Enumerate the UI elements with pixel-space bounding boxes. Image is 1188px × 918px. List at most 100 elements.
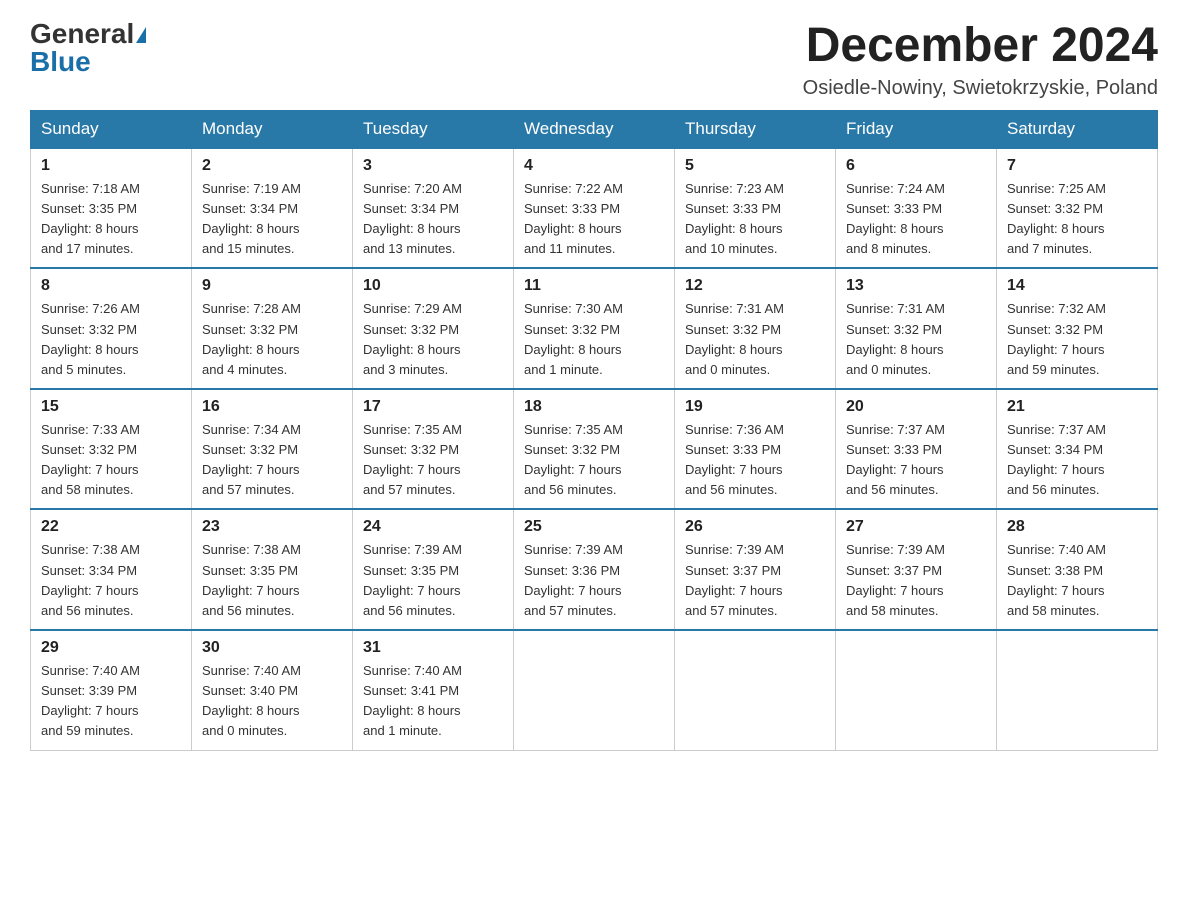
day-number: 6	[846, 157, 986, 175]
day-info: Sunrise: 7:38 AMSunset: 3:34 PMDaylight:…	[41, 540, 181, 621]
column-header-tuesday: Tuesday	[353, 110, 514, 148]
calendar-cell: 14 Sunrise: 7:32 AMSunset: 3:32 PMDayligh…	[997, 268, 1158, 389]
day-info: Sunrise: 7:36 AMSunset: 3:33 PMDaylight:…	[685, 420, 825, 501]
day-number: 2	[202, 157, 342, 175]
day-number: 12	[685, 277, 825, 295]
day-number: 30	[202, 639, 342, 657]
calendar-cell: 24 Sunrise: 7:39 AMSunset: 3:35 PMDayligh…	[353, 509, 514, 630]
day-number: 18	[524, 398, 664, 416]
calendar-cell: 26Sunrise: 7:39 AMSunset: 3:37 PMDayligh…	[675, 509, 836, 630]
day-info: Sunrise: 7:40 AMSunset: 3:41 PMDaylight:…	[363, 661, 503, 742]
title-block: December 2024 Osiedle-Nowiny, Swietokrzy…	[803, 20, 1158, 100]
calendar-cell: 20 Sunrise: 7:37 AMSunset: 3:33 PMDayligh…	[836, 389, 997, 510]
day-number: 19	[685, 398, 825, 416]
day-info: Sunrise: 7:23 AMSunset: 3:33 PMDaylight:…	[685, 179, 825, 260]
day-info: Sunrise: 7:35 AMSunset: 3:32 PMDaylight:…	[524, 420, 664, 501]
day-number: 21	[1007, 398, 1147, 416]
calendar-cell: 4Sunrise: 7:22 AMSunset: 3:33 PMDaylight…	[514, 148, 675, 269]
day-info: Sunrise: 7:32 AMSunset: 3:32 PMDaylight:…	[1007, 299, 1147, 380]
column-header-wednesday: Wednesday	[514, 110, 675, 148]
day-info: Sunrise: 7:37 AMSunset: 3:34 PMDaylight:…	[1007, 420, 1147, 501]
month-title: December 2024	[803, 20, 1158, 73]
calendar-cell: 8 Sunrise: 7:26 AMSunset: 3:32 PMDaylight…	[31, 268, 192, 389]
calendar-week-row: 29Sunrise: 7:40 AMSunset: 3:39 PMDayligh…	[31, 630, 1158, 750]
column-header-monday: Monday	[192, 110, 353, 148]
day-number: 5	[685, 157, 825, 175]
day-number: 22	[41, 518, 181, 536]
day-number: 24	[363, 518, 503, 536]
day-info: Sunrise: 7:29 AMSunset: 3:32 PMDaylight:…	[363, 299, 503, 380]
calendar-cell: 7Sunrise: 7:25 AMSunset: 3:32 PMDaylight…	[997, 148, 1158, 269]
day-number: 23	[202, 518, 342, 536]
day-info: Sunrise: 7:28 AMSunset: 3:32 PMDaylight:…	[202, 299, 342, 380]
calendar-cell: 2 Sunrise: 7:19 AMSunset: 3:34 PMDaylight…	[192, 148, 353, 269]
calendar-cell: 10 Sunrise: 7:29 AMSunset: 3:32 PMDayligh…	[353, 268, 514, 389]
calendar-cell: 12 Sunrise: 7:31 AMSunset: 3:32 PMDayligh…	[675, 268, 836, 389]
calendar-cell: 13Sunrise: 7:31 AMSunset: 3:32 PMDayligh…	[836, 268, 997, 389]
day-info: Sunrise: 7:25 AMSunset: 3:32 PMDaylight:…	[1007, 179, 1147, 260]
day-info: Sunrise: 7:24 AMSunset: 3:33 PMDaylight:…	[846, 179, 986, 260]
calendar-cell: 28Sunrise: 7:40 AMSunset: 3:38 PMDayligh…	[997, 509, 1158, 630]
day-number: 25	[524, 518, 664, 536]
calendar-cell: 19 Sunrise: 7:36 AMSunset: 3:33 PMDayligh…	[675, 389, 836, 510]
calendar-cell: 5 Sunrise: 7:23 AMSunset: 3:33 PMDaylight…	[675, 148, 836, 269]
calendar-cell	[997, 630, 1158, 750]
logo-general-text: General	[30, 18, 134, 49]
calendar-cell: 25 Sunrise: 7:39 AMSunset: 3:36 PMDayligh…	[514, 509, 675, 630]
calendar-cell: 18 Sunrise: 7:35 AMSunset: 3:32 PMDayligh…	[514, 389, 675, 510]
day-info: Sunrise: 7:39 AMSunset: 3:37 PMDaylight:…	[846, 540, 986, 621]
day-info: Sunrise: 7:26 AMSunset: 3:32 PMDaylight:…	[41, 299, 181, 380]
day-number: 17	[363, 398, 503, 416]
day-number: 15	[41, 398, 181, 416]
column-header-friday: Friday	[836, 110, 997, 148]
day-info: Sunrise: 7:40 AMSunset: 3:38 PMDaylight:…	[1007, 540, 1147, 621]
day-number: 10	[363, 277, 503, 295]
day-info: Sunrise: 7:33 AMSunset: 3:32 PMDaylight:…	[41, 420, 181, 501]
day-number: 8	[41, 277, 181, 295]
calendar-cell: 17 Sunrise: 7:35 AMSunset: 3:32 PMDayligh…	[353, 389, 514, 510]
calendar-cell: 6 Sunrise: 7:24 AMSunset: 3:33 PMDaylight…	[836, 148, 997, 269]
calendar-cell: 22 Sunrise: 7:38 AMSunset: 3:34 PMDayligh…	[31, 509, 192, 630]
day-info: Sunrise: 7:40 AMSunset: 3:40 PMDaylight:…	[202, 661, 342, 742]
day-number: 26	[685, 518, 825, 536]
calendar-cell	[675, 630, 836, 750]
day-info: Sunrise: 7:39 AMSunset: 3:35 PMDaylight:…	[363, 540, 503, 621]
day-number: 14	[1007, 277, 1147, 295]
day-info: Sunrise: 7:39 AMSunset: 3:36 PMDaylight:…	[524, 540, 664, 621]
calendar-cell: 23 Sunrise: 7:38 AMSunset: 3:35 PMDayligh…	[192, 509, 353, 630]
day-info: Sunrise: 7:19 AMSunset: 3:34 PMDaylight:…	[202, 179, 342, 260]
day-number: 20	[846, 398, 986, 416]
day-info: Sunrise: 7:31 AMSunset: 3:32 PMDaylight:…	[685, 299, 825, 380]
day-number: 3	[363, 157, 503, 175]
calendar-cell: 31 Sunrise: 7:40 AMSunset: 3:41 PMDayligh…	[353, 630, 514, 750]
day-info: Sunrise: 7:38 AMSunset: 3:35 PMDaylight:…	[202, 540, 342, 621]
column-header-thursday: Thursday	[675, 110, 836, 148]
day-number: 27	[846, 518, 986, 536]
calendar-cell: 9Sunrise: 7:28 AMSunset: 3:32 PMDaylight…	[192, 268, 353, 389]
calendar-cell: 16Sunrise: 7:34 AMSunset: 3:32 PMDayligh…	[192, 389, 353, 510]
calendar-cell: 21 Sunrise: 7:37 AMSunset: 3:34 PMDayligh…	[997, 389, 1158, 510]
page-header: General Blue December 2024 Osiedle-Nowin…	[30, 20, 1158, 100]
day-info: Sunrise: 7:40 AMSunset: 3:39 PMDaylight:…	[41, 661, 181, 742]
calendar-week-row: 8 Sunrise: 7:26 AMSunset: 3:32 PMDaylight…	[31, 268, 1158, 389]
calendar-week-row: 15 Sunrise: 7:33 AMSunset: 3:32 PMDayligh…	[31, 389, 1158, 510]
calendar-header-row: SundayMondayTuesdayWednesdayThursdayFrid…	[31, 110, 1158, 148]
calendar-cell: 3 Sunrise: 7:20 AMSunset: 3:34 PMDaylight…	[353, 148, 514, 269]
calendar-cell: 1 Sunrise: 7:18 AMSunset: 3:35 PMDaylight…	[31, 148, 192, 269]
day-info: Sunrise: 7:35 AMSunset: 3:32 PMDaylight:…	[363, 420, 503, 501]
calendar-cell: 15 Sunrise: 7:33 AMSunset: 3:32 PMDayligh…	[31, 389, 192, 510]
day-number: 31	[363, 639, 503, 657]
calendar-cell: 11Sunrise: 7:30 AMSunset: 3:32 PMDayligh…	[514, 268, 675, 389]
logo: General Blue	[30, 20, 146, 76]
logo-line2: Blue	[30, 48, 91, 76]
day-info: Sunrise: 7:18 AMSunset: 3:35 PMDaylight:…	[41, 179, 181, 260]
logo-blue-text: Blue	[30, 46, 91, 77]
calendar-cell: 30 Sunrise: 7:40 AMSunset: 3:40 PMDayligh…	[192, 630, 353, 750]
day-number: 1	[41, 157, 181, 175]
calendar-cell: 29Sunrise: 7:40 AMSunset: 3:39 PMDayligh…	[31, 630, 192, 750]
day-number: 16	[202, 398, 342, 416]
day-info: Sunrise: 7:22 AMSunset: 3:33 PMDaylight:…	[524, 179, 664, 260]
day-number: 11	[524, 277, 664, 295]
day-info: Sunrise: 7:37 AMSunset: 3:33 PMDaylight:…	[846, 420, 986, 501]
day-info: Sunrise: 7:20 AMSunset: 3:34 PMDaylight:…	[363, 179, 503, 260]
